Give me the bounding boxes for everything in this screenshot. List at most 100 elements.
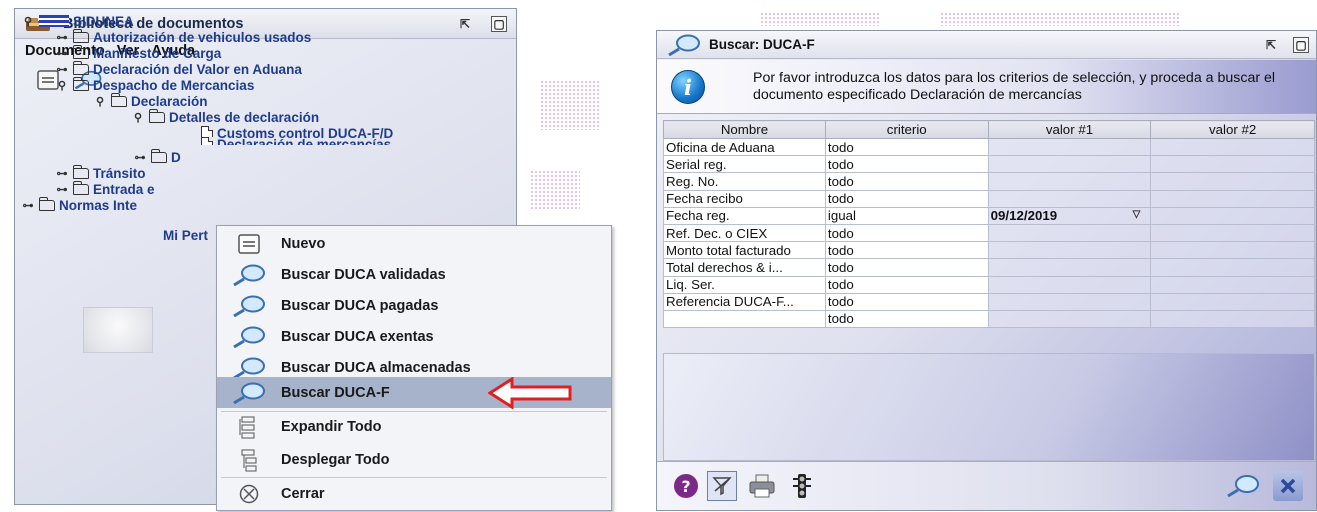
- column-header-valor2[interactable]: valor #2: [1150, 120, 1315, 139]
- cell-criterio[interactable]: todo: [824, 309, 989, 329]
- maximize-icon[interactable]: ▢: [1293, 37, 1309, 53]
- tree-node-manifiesto[interactable]: ⊶ Manifiesto de Carga: [55, 44, 221, 61]
- cell-valor1[interactable]: [987, 292, 1152, 311]
- tree-node-transito[interactable]: ⊶ Tránsito: [55, 164, 146, 181]
- menu-item-cerrar[interactable]: Cerrar: [217, 478, 611, 509]
- tree-node-autorizacion[interactable]: ⊶ Autorización de vehiculos usados: [55, 28, 312, 45]
- cell-criterio[interactable]: todo: [824, 137, 989, 157]
- undock-icon[interactable]: ⇱: [457, 16, 473, 32]
- cell-valor2[interactable]: [1150, 241, 1315, 260]
- cell-criterio[interactable]: todo: [824, 275, 989, 294]
- tree-expand-icon[interactable]: ⊶: [55, 31, 69, 44]
- dropdown-arrow-icon[interactable]: ▽: [1133, 209, 1141, 220]
- menu-item-desplegar-todo[interactable]: Desplegar Todo: [217, 444, 611, 475]
- cell-valor2[interactable]: [1150, 309, 1315, 329]
- collapse-tree-icon: [241, 449, 257, 471]
- menu-item-nuevo[interactable]: Nuevo: [217, 228, 611, 259]
- cell-criterio[interactable]: todo: [824, 292, 989, 311]
- cell-criterio[interactable]: todo: [824, 241, 989, 260]
- cell-valor1[interactable]: [987, 137, 1152, 157]
- table-row[interactable]: Reg. No. todo: [663, 172, 1315, 191]
- search-icon: [668, 34, 700, 56]
- cell-criterio[interactable]: igual: [824, 206, 989, 225]
- cell-valor2[interactable]: [1150, 137, 1315, 157]
- cell-valor1[interactable]: [987, 155, 1152, 174]
- tree-expand-icon[interactable]: ⊶: [55, 167, 69, 180]
- search-execute-button[interactable]: [1223, 471, 1263, 501]
- tree-leaf-declaracion-mercancias[interactable]: Declaración de mercancías: [201, 137, 391, 145]
- info-banner: i Por favor introduzca los datos para lo…: [657, 60, 1316, 114]
- cell-valor2[interactable]: [1150, 275, 1315, 294]
- tree-node-valor-aduana[interactable]: ⊶ Declaración del Valor en Aduana: [55, 60, 302, 77]
- traffic-light-button[interactable]: [787, 471, 817, 501]
- column-header-criterio[interactable]: criterio: [824, 120, 989, 139]
- menu-item-label: Buscar DUCA pagadas: [281, 297, 439, 314]
- cell-valor1[interactable]: [987, 189, 1152, 208]
- table-row[interactable]: Oficina de Aduana todo: [663, 137, 1315, 157]
- table-row[interactable]: Total derechos & i... todo: [663, 258, 1315, 277]
- table-row[interactable]: Referencia DUCA-F... todo: [663, 292, 1315, 311]
- cell-criterio[interactable]: todo: [824, 155, 989, 174]
- column-header-nombre[interactable]: Nombre: [663, 120, 826, 139]
- tree-collapse-icon[interactable]: ⚲: [131, 111, 145, 124]
- help-button[interactable]: ?: [671, 471, 701, 501]
- cell-valor1[interactable]: [987, 309, 1152, 329]
- tree-collapse-icon[interactable]: ⚲: [21, 15, 35, 28]
- cell-valor1[interactable]: [987, 258, 1152, 277]
- print-button[interactable]: [747, 471, 777, 501]
- tree-expand-icon[interactable]: ⊶: [55, 63, 69, 76]
- info-icon: i: [671, 70, 705, 104]
- cell-valor2[interactable]: [1150, 206, 1315, 225]
- cell-valor2[interactable]: [1150, 223, 1315, 243]
- maximize-icon[interactable]: ▢: [491, 16, 507, 32]
- table-row[interactable]: Fecha recibo todo: [663, 189, 1315, 208]
- tree-node-declaracion[interactable]: ⚲ Declaración: [93, 92, 208, 109]
- cell-nombre: Fecha reg.: [663, 206, 826, 225]
- cell-criterio[interactable]: todo: [824, 258, 989, 277]
- tree-expand-icon[interactable]: ⊶: [55, 47, 69, 60]
- menu-item-buscar-exentas[interactable]: Buscar DUCA exentas: [217, 321, 611, 352]
- table-row[interactable]: Fecha reg. igual 09/12/2019 ▽: [663, 206, 1315, 225]
- clear-filter-button[interactable]: [707, 471, 737, 501]
- tree-node-normas[interactable]: ⊶ Normas Inte: [21, 196, 137, 213]
- cell-valor2[interactable]: [1150, 172, 1315, 191]
- table-row[interactable]: Serial reg. todo: [663, 155, 1315, 174]
- tree-node-sidunea[interactable]: ⚲ SIDUNEA: [21, 13, 134, 29]
- cell-criterio[interactable]: todo: [824, 189, 989, 208]
- tree-collapse-icon[interactable]: ⚲: [93, 95, 107, 108]
- table-row[interactable]: Monto total facturado todo: [663, 241, 1315, 260]
- close-window-button[interactable]: [1273, 471, 1303, 501]
- table-row[interactable]: todo: [663, 309, 1315, 329]
- cell-valor2[interactable]: [1150, 189, 1315, 208]
- cell-criterio[interactable]: todo: [824, 223, 989, 243]
- cell-valor1[interactable]: [987, 275, 1152, 294]
- table-row[interactable]: Liq. Ser. todo: [663, 275, 1315, 294]
- search-icon: [1227, 475, 1259, 498]
- tree-node-entrada[interactable]: ⊶ Entrada e: [55, 180, 155, 197]
- undock-icon[interactable]: ⇱: [1263, 37, 1279, 53]
- tree-label: Detalles de declaración: [169, 109, 320, 125]
- tree-collapse-icon[interactable]: ⚲: [55, 79, 69, 92]
- menu-item-expandir-todo[interactable]: Expandir Todo: [217, 411, 611, 442]
- tree-label: Autorización de vehiculos usados: [93, 29, 312, 45]
- cell-valor1[interactable]: [987, 223, 1152, 243]
- menu-item-buscar-pagadas[interactable]: Buscar DUCA pagadas: [217, 290, 611, 321]
- tree-expand-icon[interactable]: ⊶: [21, 199, 35, 212]
- cell-valor2[interactable]: [1150, 292, 1315, 311]
- cell-valor1[interactable]: [987, 172, 1152, 191]
- tree-expand-icon[interactable]: ⊶: [55, 183, 69, 196]
- cell-criterio[interactable]: todo: [824, 172, 989, 191]
- tree-node-despacho[interactable]: ⚲ Despacho de Mercancias: [55, 76, 254, 93]
- tree-node-detalles[interactable]: ⚲ Detalles de declaración: [131, 108, 320, 125]
- menu-item-buscar-validadas[interactable]: Buscar DUCA validadas: [217, 259, 611, 290]
- menu-item-label: Buscar DUCA almacenadas: [281, 359, 471, 376]
- cell-valor1[interactable]: [987, 241, 1152, 260]
- tree-expand-icon[interactable]: ⊶: [133, 151, 147, 164]
- tree-node-d[interactable]: ⊶ D: [133, 148, 181, 165]
- cell-valor2[interactable]: [1150, 155, 1315, 174]
- cell-valor1-date[interactable]: 09/12/2019 ▽: [987, 206, 1152, 225]
- cell-valor2[interactable]: [1150, 258, 1315, 277]
- table-row[interactable]: Ref. Dec. o CIEX todo: [663, 223, 1315, 243]
- profile-label[interactable]: Mi Pert: [163, 227, 208, 243]
- column-header-valor1[interactable]: valor #1: [987, 120, 1152, 139]
